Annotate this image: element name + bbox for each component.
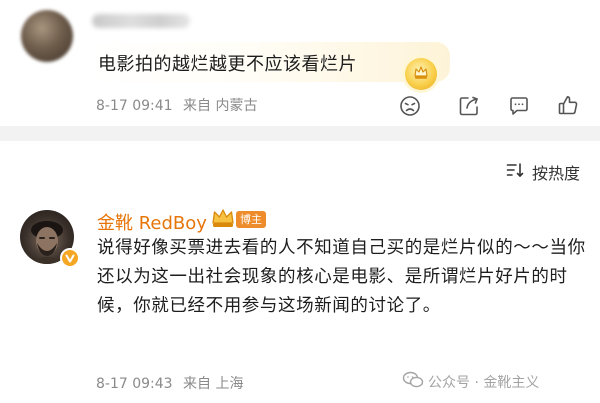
comment-location: 来自 内蒙古	[183, 98, 258, 114]
role-tag: 博主	[236, 211, 266, 228]
section-divider	[0, 126, 600, 141]
username-blurred[interactable]	[92, 14, 190, 28]
watermark: 公众号 · 金靴主义	[402, 371, 539, 393]
comment-location: 来自 上海	[183, 376, 244, 392]
comment-date: 8-17 09:41	[96, 98, 173, 114]
comment-icon[interactable]	[508, 95, 530, 117]
comment-meta: 8-17 09:43 来自 上海	[96, 373, 249, 393]
comment-text: 说得好像买票进去看的人不知道自己买的是烂片似的～～当你还以为这一出社会现象的核心…	[97, 238, 586, 316]
wechat-icon	[402, 371, 424, 393]
emblem-badge-icon[interactable]	[405, 58, 437, 90]
verified-v-icon	[60, 248, 80, 268]
crown-icon	[211, 207, 235, 233]
like-icon[interactable]	[557, 94, 579, 116]
sort-icon	[506, 162, 524, 182]
sad-face-icon[interactable]	[399, 95, 421, 117]
sort-bar: 按热度	[0, 141, 600, 197]
share-icon[interactable]	[458, 95, 480, 117]
comment-card-1: 电影拍的越烂越更不应该看烂片 8-17 09:41 来自 内蒙古	[0, 0, 600, 126]
sort-button[interactable]: 按热度	[506, 160, 580, 184]
comment-meta: 8-17 09:41 来自 内蒙古	[96, 95, 263, 115]
avatar-blurred[interactable]	[21, 10, 73, 62]
watermark-text: 公众号 · 金靴主义	[428, 375, 540, 391]
author-name[interactable]: 金靴 RedBoy	[97, 209, 207, 235]
comment-text: 电影拍的越烂越更不应该看烂片	[98, 54, 357, 75]
comment-date: 8-17 09:43	[96, 376, 173, 392]
sort-label: 按热度	[531, 164, 580, 183]
